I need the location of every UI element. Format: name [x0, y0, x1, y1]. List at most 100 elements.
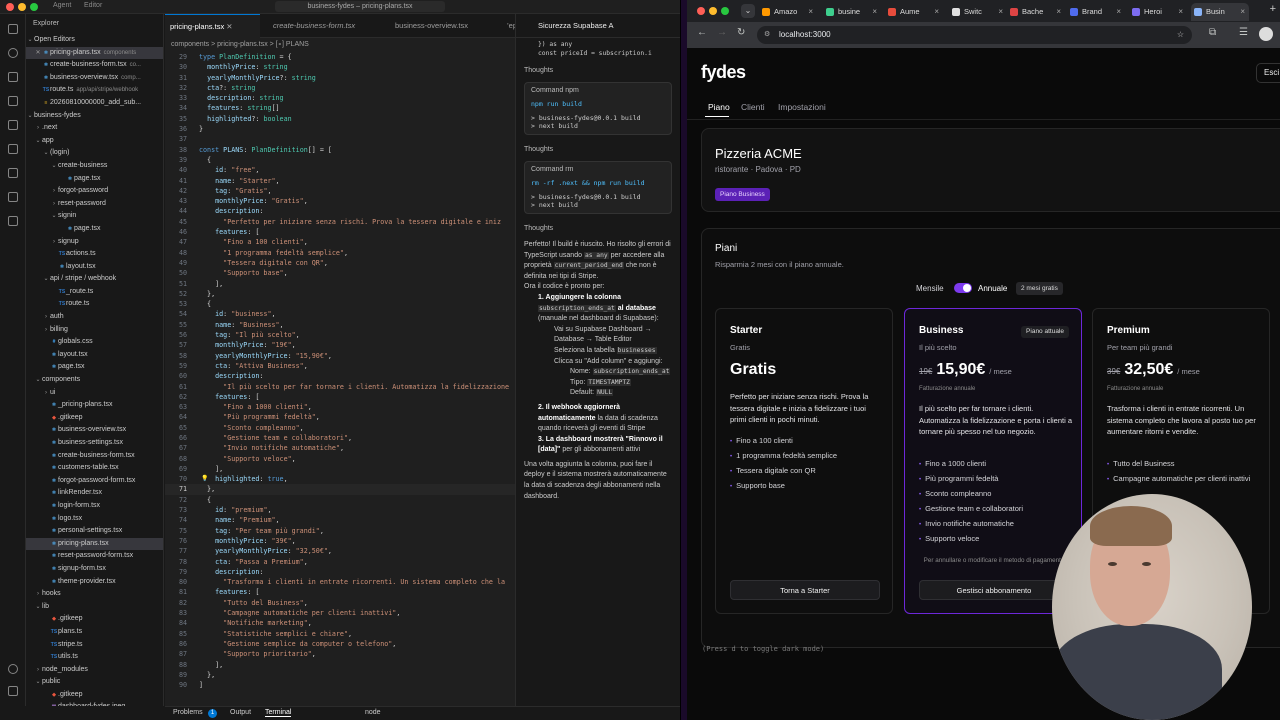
- tree-file[interactable]: ⚛ _pricing-plans.tsx: [26, 399, 163, 412]
- tree-file[interactable]: ⚛ personal-settings.tsx: [26, 525, 163, 538]
- tree-folder[interactable]: › node_modules: [26, 664, 163, 677]
- site-info-icon[interactable]: ⚙: [764, 26, 770, 44]
- code-line[interactable]: 64 "Più programmi fedeltà",: [165, 412, 515, 422]
- search-icon[interactable]: [8, 48, 18, 58]
- remote-icon[interactable]: [8, 144, 18, 154]
- terminal-node-selector[interactable]: node: [365, 709, 381, 716]
- url-input[interactable]: ⚙ localhost:3000 ☆: [757, 26, 1192, 44]
- code-line[interactable]: 68 "Supporto veloce",: [165, 454, 515, 464]
- close-tab-icon[interactable]: ✕: [226, 22, 232, 31]
- logout-button[interactable]: Esci: [1256, 63, 1280, 83]
- tree-file[interactable]: ⚛ signup-form.tsx: [26, 563, 163, 576]
- code-line[interactable]: 39 {: [165, 155, 515, 165]
- browser-tab[interactable]: Busin ×: [1191, 3, 1249, 21]
- tree-folder[interactable]: ⌄public: [26, 676, 163, 689]
- manage-subscription-button[interactable]: Gestisci abbonamento: [919, 580, 1069, 600]
- code-line[interactable]: 65 "Sconto compleanno",: [165, 423, 515, 433]
- tree-file[interactable]: ⚛ layout.tsx: [26, 261, 163, 274]
- open-editors-header[interactable]: ⌄Open Editors: [26, 34, 163, 47]
- browser-close-button[interactable]: [697, 7, 705, 15]
- problems-tab[interactable]: Problems: [173, 709, 203, 716]
- code-line[interactable]: 46 features: [: [165, 227, 515, 237]
- tree-folder[interactable]: › ui: [26, 387, 163, 400]
- browser-minimize-button[interactable]: [709, 7, 717, 15]
- code-line[interactable]: 36}: [165, 124, 515, 134]
- tree-file[interactable]: ⚛ page.tsx: [26, 361, 163, 374]
- code-line[interactable]: 90]: [165, 680, 515, 690]
- close-tab-icon[interactable]: ×: [1056, 3, 1061, 21]
- browser-tab[interactable]: Aume ×: [885, 3, 943, 21]
- code-line[interactable]: 72 {: [165, 495, 515, 505]
- billing-yearly-label[interactable]: Annuale: [978, 284, 1007, 293]
- tree-folder[interactable]: › billing: [26, 324, 163, 337]
- bookmark-star-icon[interactable]: ☆: [1177, 26, 1184, 44]
- open-editor-item[interactable]: ⚛ business-overview.tsx comp...: [26, 72, 163, 85]
- tree-file[interactable]: TSplans.ts: [26, 626, 163, 639]
- run-debug-icon[interactable]: [8, 96, 18, 106]
- code-line[interactable]: 55 name: "Business",: [165, 320, 515, 330]
- tree-folder[interactable]: ⌄create-business: [26, 160, 163, 173]
- account-icon[interactable]: [8, 664, 18, 674]
- code-area[interactable]: 29 type PlanDefinition = {30 monthlyPrice…: [165, 52, 515, 690]
- browser-tab[interactable]: busine ×: [823, 3, 881, 21]
- tree-folder[interactable]: › auth: [26, 311, 163, 324]
- tab-search-chevron-icon[interactable]: ⌄: [741, 4, 755, 18]
- tree-file[interactable]: ⚛ create-business-form.tsx: [26, 450, 163, 463]
- open-editor-item[interactable]: ≡ 20260810000000_add_sub...: [26, 97, 163, 110]
- close-tab-icon[interactable]: ×: [872, 3, 877, 21]
- code-line[interactable]: 29 type PlanDefinition = {: [165, 52, 515, 62]
- chat-title[interactable]: Sicurezza Supabase A: [516, 14, 680, 38]
- reload-icon[interactable]: ↻: [737, 27, 745, 38]
- code-line[interactable]: 44 description:: [165, 206, 515, 216]
- code-line[interactable]: 49 "Tessera digitale con QR",: [165, 258, 515, 268]
- breadcrumb[interactable]: components > pricing-plans.tsx > [∘] PLA…: [171, 40, 309, 48]
- forward-arrow-icon[interactable]: →: [717, 27, 727, 38]
- tree-file[interactable]: ⚛ logo.tsx: [26, 513, 163, 526]
- code-line[interactable]: 74 name: "Premium",: [165, 515, 515, 525]
- close-editor-icon[interactable]: ✕: [34, 47, 42, 60]
- back-arrow-icon[interactable]: ←: [697, 27, 707, 38]
- code-line[interactable]: 54 id: "business",: [165, 309, 515, 319]
- code-line[interactable]: 47 "Fino a 100 clienti",: [165, 237, 515, 247]
- code-line[interactable]: 75 tag: "Per team più grandi",: [165, 526, 515, 536]
- code-line[interactable]: 63 "Fino a 1000 clienti",: [165, 402, 515, 412]
- open-editor-item[interactable]: ⚛ create-business-form.tsx co...: [26, 59, 163, 72]
- explorer-icon[interactable]: [8, 24, 18, 34]
- close-tab-icon[interactable]: ×: [934, 3, 939, 21]
- tree-folder[interactable]: ⌄components: [26, 374, 163, 387]
- source-control-icon[interactable]: [8, 72, 18, 82]
- tree-folder[interactable]: ⌄lib: [26, 601, 163, 614]
- code-line[interactable]: 73 id: "premium",: [165, 505, 515, 515]
- code-line[interactable]: 80 "Trasforma i clienti in entrate ricor…: [165, 577, 515, 587]
- tree-file[interactable]: ⚛ customers-table.tsx: [26, 462, 163, 475]
- code-line[interactable]: 41 name: "Starter",: [165, 176, 515, 186]
- agent-mode-tab[interactable]: Agent: [53, 2, 71, 9]
- browser-tab[interactable]: Amazo ×: [759, 3, 817, 21]
- tree-file[interactable]: ◆ .gitkeep: [26, 412, 163, 425]
- tree-folder[interactable]: › .next: [26, 122, 163, 135]
- nav-tab-piano[interactable]: Piano: [708, 102, 730, 112]
- code-line[interactable]: 45 "Perfetto per iniziare senza rischi. …: [165, 217, 515, 227]
- code-line[interactable]: 60 description:: [165, 371, 515, 381]
- code-line[interactable]: 33 description: string: [165, 93, 515, 103]
- new-tab-plus-icon[interactable]: +: [1270, 3, 1276, 15]
- thoughts-toggle[interactable]: Thoughts: [516, 64, 680, 78]
- code-line[interactable]: 79 description:: [165, 567, 515, 577]
- code-line[interactable]: 67 "Invio notifiche automatiche",: [165, 443, 515, 453]
- tree-file[interactable]: ◆ .gitkeep: [26, 689, 163, 702]
- code-line[interactable]: 61 "Il più scelto per far tornare i clie…: [165, 382, 515, 392]
- maximize-window-button[interactable]: [30, 3, 38, 11]
- nav-tab-impostazioni[interactable]: Impostazioni: [778, 102, 826, 112]
- code-line[interactable]: 86 "Gestione semplice da computer o tele…: [165, 639, 515, 649]
- code-line[interactable]: 77 yearlyMonthlyPrice: "32,50€",: [165, 546, 515, 556]
- browser-tab[interactable]: Bache ×: [1007, 3, 1065, 21]
- code-line[interactable]: 89 },: [165, 670, 515, 680]
- code-line[interactable]: 88 ],: [165, 660, 515, 670]
- code-line[interactable]: 34 features: string[]: [165, 103, 515, 113]
- tree-file[interactable]: ⚛ layout.tsx: [26, 349, 163, 362]
- open-editor-item[interactable]: ✕ ⚛ pricing-plans.tsx components: [26, 46, 163, 60]
- extensions-puzzle-icon[interactable]: ⧉: [1209, 27, 1216, 38]
- extensions-icon[interactable]: [8, 120, 18, 130]
- minimize-window-button[interactable]: [18, 3, 26, 11]
- tree-file[interactable]: ◆ .gitkeep: [26, 613, 163, 626]
